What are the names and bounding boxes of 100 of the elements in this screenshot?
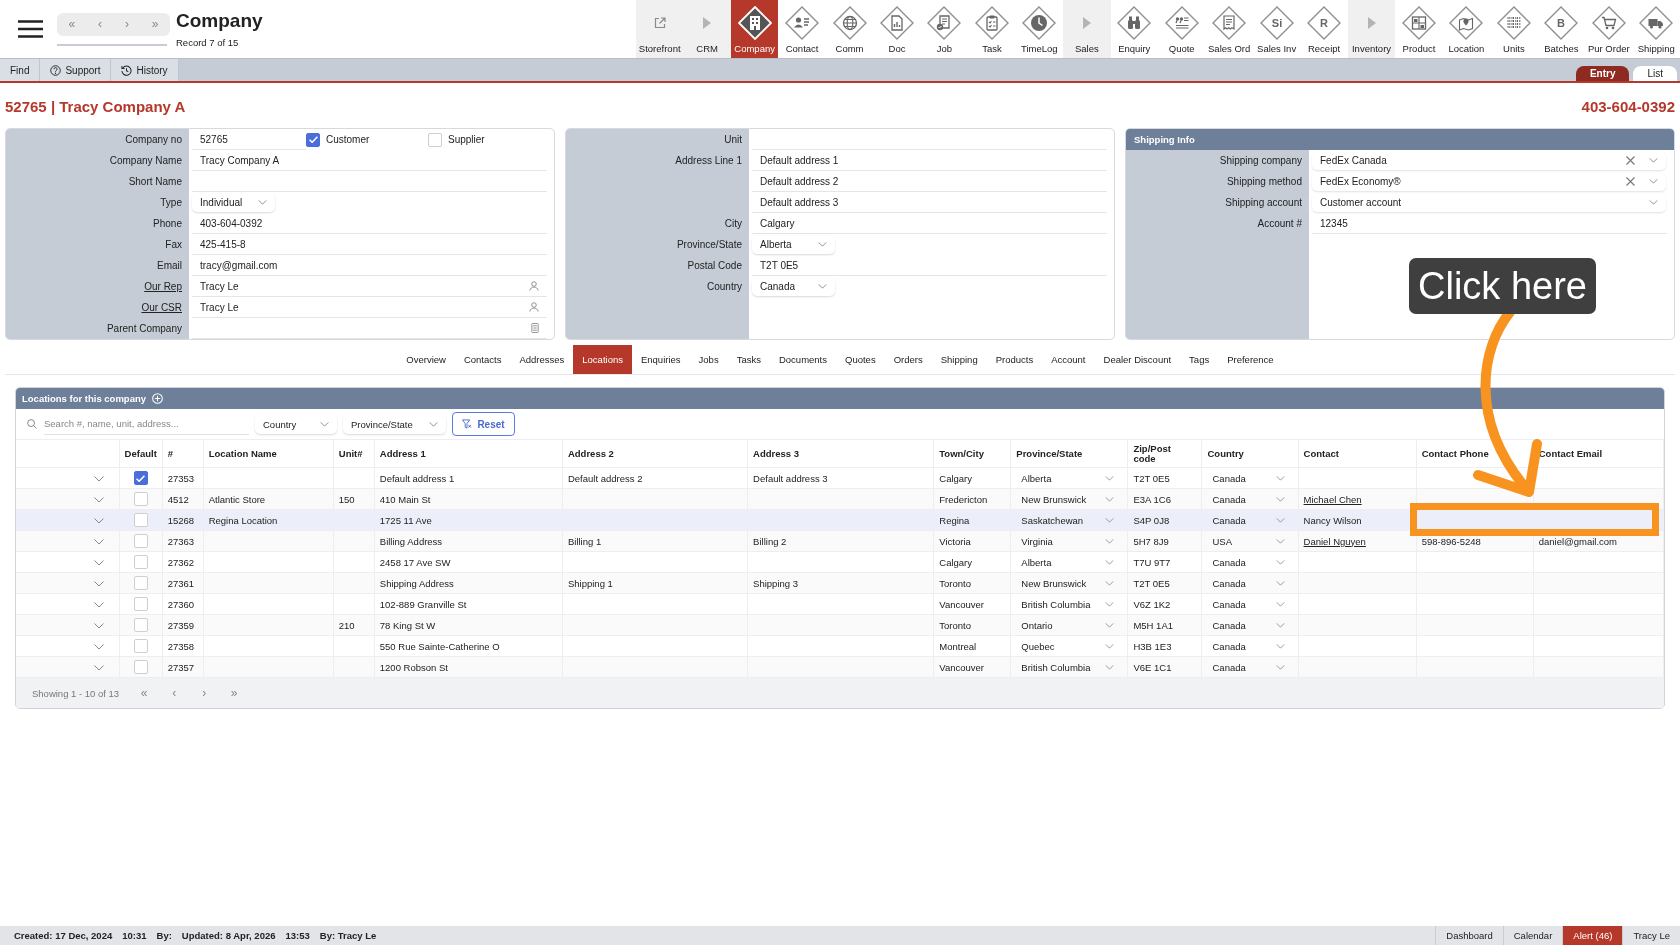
table-row[interactable]: 27360 102-889 Granville St Vancouver British Columbia V6Z 1K2 Canada [16,593,1664,615]
text-field[interactable]: Calgary [752,213,1107,234]
chevron-down-icon[interactable] [93,560,104,566]
tab[interactable]: Shipping [931,345,987,374]
tab[interactable]: Tags [1180,345,1219,374]
table-cell: T2T 0E5 [1133,577,1170,589]
tab[interactable]: Locations [573,345,632,374]
add-circle-icon[interactable] [152,393,164,404]
tab[interactable]: Quotes [836,345,885,374]
toolbar-button[interactable]: History [111,59,179,81]
cell-dropdown[interactable]: Alberta [1016,556,1123,568]
clear-icon[interactable] [1626,177,1635,186]
select-field[interactable]: FedEx Economy® [1312,172,1666,191]
chevron-down-icon[interactable] [93,623,104,629]
tab[interactable]: Account [1042,345,1095,374]
module-button[interactable]: Company [730,0,779,58]
building-icon [737,6,772,40]
filter-dropdown[interactable]: Country [255,414,337,434]
lookup-field[interactable]: Tracy Le [192,297,547,318]
table-row[interactable]: 27359 210 78 King St W Toronto Ontario M5H 1A1 Canada [16,614,1664,636]
table-cell: Default address 3 [753,472,828,484]
text-field[interactable]: T2T 0E5 [752,255,1107,276]
checkbox[interactable] [306,132,320,147]
column-header: Contact Phone [1421,447,1489,459]
external-link-icon [653,17,666,29]
table-row[interactable]: 27358 550 Rue Sainte-Catherine O Montreal Quebec H3B 1E3 Canada [16,635,1664,657]
toolbar-button[interactable]: Support [40,59,112,81]
table-row[interactable]: 4512 Atlantic Store 150 410 Main St Fredericton New Brunswick E3A 1C6 Canada Michael Chen [16,488,1664,510]
module-button[interactable]: CRM [683,0,731,58]
module-button[interactable]: Sales [1063,0,1111,58]
tab[interactable]: Addresses [510,345,574,374]
table-row[interactable]: 15268 Regina Location 1725 11 Ave Regina Saskatchewan S4P 0J8 Canada Nancy Wilson [16,509,1664,531]
module-button[interactable]: Inventory [1347,0,1396,58]
menu-icon[interactable] [18,20,43,38]
table-row[interactable]: 27353 Default address 1 Default address 2 Default address 3 Calgary Alberta T2T 0E5 Canada [16,467,1664,489]
dropdown[interactable]: Individual [192,193,275,212]
chevron-down-icon [1105,538,1115,544]
chevron-down-icon[interactable] [93,581,104,587]
lookup-field[interactable]: Tracy Le [192,276,547,297]
tab[interactable]: Preference [1218,345,1283,374]
table-row[interactable]: 27357 1200 Robson St Vancouver British Columbia V6E 1C1 Canada [16,656,1664,678]
tab[interactable]: Jobs [689,345,728,374]
cell-dropdown[interactable]: Quebec [1016,640,1123,652]
clear-icon[interactable] [1626,156,1635,165]
field-label-link[interactable]: Our Rep [6,281,189,292]
text-field[interactable]: Default address 3 [752,192,1107,213]
tab[interactable]: Dealer Discount [1094,345,1181,374]
chevron-down-icon[interactable] [93,602,104,608]
tab[interactable]: Documents [769,345,836,374]
cell-dropdown[interactable]: Canada [1207,640,1293,652]
chevron-down-icon[interactable] [93,644,104,650]
tab[interactable]: Enquiries [631,345,690,374]
field-label-link[interactable]: Our CSR [6,302,189,313]
table-cell: daniel@gmail.com [1538,535,1618,547]
tab[interactable]: Products [986,345,1043,374]
tab[interactable]: Tasks [727,345,770,374]
text-field[interactable]: 425-415-8 [192,234,547,255]
reset-button[interactable]: Reset [452,412,515,436]
view-tab[interactable]: Entry [1575,66,1630,81]
text-field[interactable]: Default address 2 [752,171,1107,192]
filter-dropdown[interactable]: Province/State [343,414,446,434]
letter-icon: B [1544,6,1579,40]
dropdown[interactable]: Alberta [752,235,835,254]
chevron-down-icon [1105,475,1115,481]
chevron-down-icon[interactable] [93,665,104,671]
text-field[interactable]: Tracy Company A [192,150,547,171]
select-field[interactable]: Customer account [1312,193,1666,212]
tab[interactable]: Orders [884,345,932,374]
view-tab[interactable]: List [1633,66,1677,81]
chevron-down-icon[interactable] [93,497,104,503]
tab[interactable]: Contacts [454,345,511,374]
checkbox[interactable] [133,471,148,485]
table-cell: T2T 0E5 [1133,472,1170,484]
chevron-down-icon[interactable] [93,476,104,482]
table-row[interactable]: 27361 Shipping Address Shipping 1 Shipping 3 Toronto New Brunswick T2T 0E5 Canada [16,572,1664,594]
table-row[interactable]: 27363 Billing Address Billing 1 Billing 2 Victoria Virginia 5H7 8J9 USA Daniel Nguyen 598-896-5248 daniel@gmail.com [16,530,1664,552]
person-icon[interactable] [529,281,539,291]
document-icon[interactable] [531,323,539,333]
chevron-down-icon [1649,200,1658,205]
cell-dropdown[interactable]: Canada [1207,598,1293,610]
text-field[interactable]: tracy@gmail.com [192,255,547,276]
status-button[interactable]: Alert (46) [1562,926,1623,945]
cell-dropdown[interactable]: Alberta [1016,472,1123,484]
module-button[interactable]: Storefront [636,0,684,58]
text-field[interactable]: 403-604-0392 [192,213,547,234]
select-field[interactable]: FedEx Canada [1312,151,1666,170]
tab[interactable]: Overview [397,345,455,374]
person-icon[interactable] [529,302,539,312]
search-field[interactable]: Search #, name, unit, address... [44,413,249,435]
text-field[interactable]: 12345 [1312,213,1667,234]
chevron-down-icon[interactable] [93,539,104,545]
cell-dropdown[interactable]: Canada [1207,472,1293,484]
text-field[interactable]: 52765 [192,129,306,150]
table-row[interactable]: 27362 2458 17 Ave SW Calgary Alberta T7U 9T7 Canada [16,551,1664,573]
cell-dropdown[interactable]: British Columbia [1016,598,1123,610]
cell-dropdown[interactable]: Canada [1207,556,1293,568]
text-field[interactable]: Default address 1 [752,150,1107,171]
toolbar-button[interactable]: Find [0,59,41,81]
dropdown[interactable]: Canada [752,277,835,296]
chevron-down-icon[interactable] [93,518,104,524]
